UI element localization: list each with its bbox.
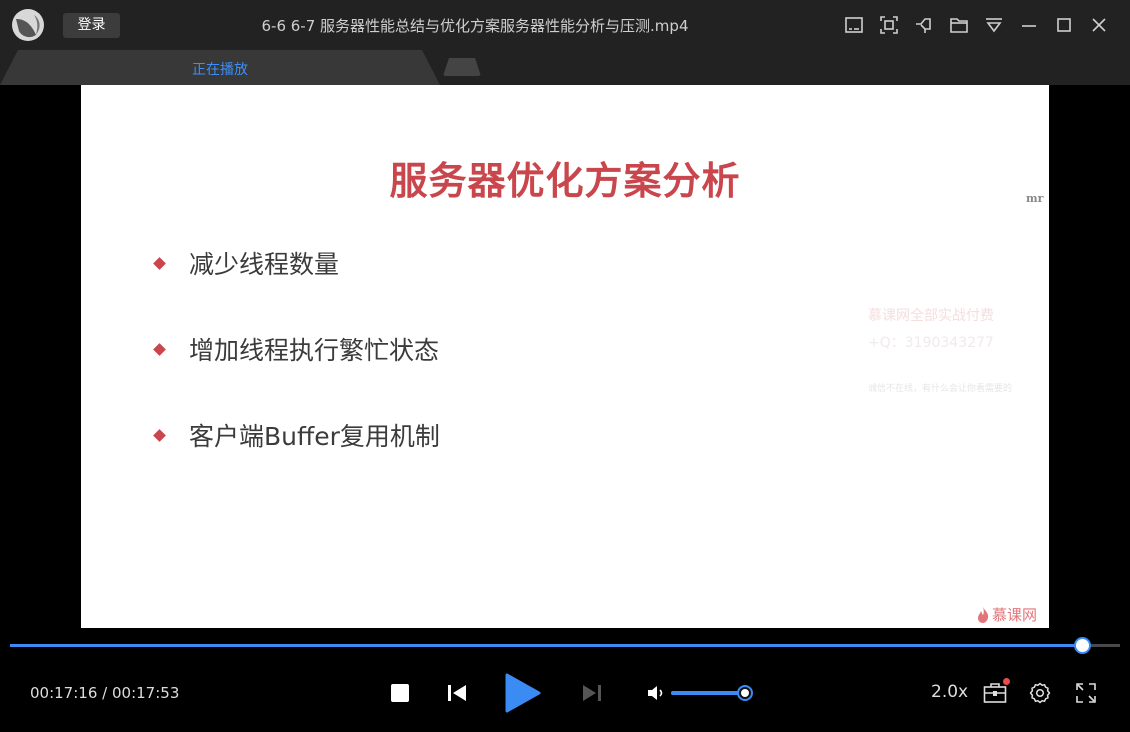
progress-bar[interactable] [10, 637, 1120, 654]
folder-icon[interactable] [941, 13, 976, 37]
app-logo-icon[interactable] [12, 9, 44, 41]
mini-mode-icon[interactable] [836, 13, 871, 37]
volume-icon [648, 686, 663, 700]
total-time: 00:17:53 [112, 684, 180, 702]
slide-frame: 服务器优化方案分析 mr 减少线程数量 增加线程执行繁忙状态 客户端Buffer… [81, 85, 1049, 628]
tab-add-button[interactable] [443, 58, 481, 76]
slide-bullet-list: 减少线程数量 增加线程执行繁忙状态 客户端Buffer复用机制 [153, 248, 440, 506]
volume-button[interactable] [645, 682, 667, 704]
speed-button[interactable]: 2.0x [931, 682, 968, 702]
title-bar: 登录 6-6 6-7 服务器性能总结与优化方案服务器性能分析与压测.mp4 [0, 0, 1130, 50]
previous-icon [448, 685, 466, 701]
slide-bullet-text: 增加线程执行繁忙状态 [189, 336, 440, 365]
notification-dot [1003, 678, 1010, 685]
window-controls [836, 13, 1116, 37]
progress-handle[interactable] [1074, 637, 1092, 654]
screenshot-icon[interactable] [871, 13, 906, 37]
previous-button[interactable] [443, 679, 471, 707]
stop-button[interactable] [386, 679, 414, 707]
slide-bullet: 客户端Buffer复用机制 [153, 420, 440, 451]
stop-icon [391, 684, 409, 702]
slide-bullet-text: 减少线程数量 [189, 250, 340, 279]
fullscreen-button[interactable] [1073, 680, 1099, 706]
time-display: 00:17:16 / 00:17:53 [30, 684, 179, 702]
fullscreen-icon [1076, 683, 1096, 703]
bullet-diamond-icon [153, 256, 166, 270]
tab-now-playing-label[interactable]: 正在播放 [0, 59, 440, 79]
video-area[interactable]: 服务器优化方案分析 mr 减少线程数量 增加线程执行繁忙状态 客户端Buffer… [0, 85, 1130, 633]
play-icon [505, 673, 541, 713]
brand-logo: 慕课网 [976, 604, 1037, 625]
flame-icon [978, 606, 989, 623]
close-icon[interactable] [1081, 13, 1116, 37]
play-button[interactable] [500, 671, 544, 715]
volume-fill [671, 691, 745, 695]
slide-corner-tag: mr [1026, 192, 1044, 205]
tab-bar: 正在播放 [0, 50, 1130, 85]
watermark-line-2: +Q：3190343277 [868, 335, 994, 351]
time-separator: / [102, 684, 108, 702]
progress-fill [10, 644, 1083, 647]
slide-bullet-text: 客户端Buffer复用机制 [189, 422, 440, 451]
menu-icon[interactable] [976, 13, 1011, 37]
slide-bullet: 减少线程数量 [153, 248, 440, 279]
next-button[interactable] [578, 679, 606, 707]
volume-slider[interactable] [671, 687, 751, 699]
brand-name: 慕课网 [992, 606, 1038, 624]
settings-button[interactable] [1027, 680, 1053, 706]
volume-handle[interactable] [739, 687, 751, 699]
slide-title: 服务器优化方案分析 [389, 159, 741, 203]
gear-icon [1029, 682, 1051, 704]
minimize-icon[interactable] [1011, 13, 1046, 37]
file-title: 6-6 6-7 服务器性能总结与优化方案服务器性能分析与压测.mp4 [261, 17, 689, 35]
slide-bullet: 增加线程执行繁忙状态 [153, 334, 440, 365]
toolbox-icon [983, 683, 1007, 703]
watermark-line-1: 慕课网全部实战付费 [868, 308, 994, 324]
pin-icon[interactable] [906, 13, 941, 37]
maximize-icon[interactable] [1046, 13, 1081, 37]
current-time: 00:17:16 [30, 684, 98, 702]
watermark-line-3: 诚信不在线，有什么会让你看需要的 [868, 384, 1013, 394]
bullet-diamond-icon [153, 342, 166, 356]
login-button[interactable]: 登录 [63, 13, 120, 38]
bullet-diamond-icon [153, 428, 166, 442]
next-icon [583, 685, 601, 701]
